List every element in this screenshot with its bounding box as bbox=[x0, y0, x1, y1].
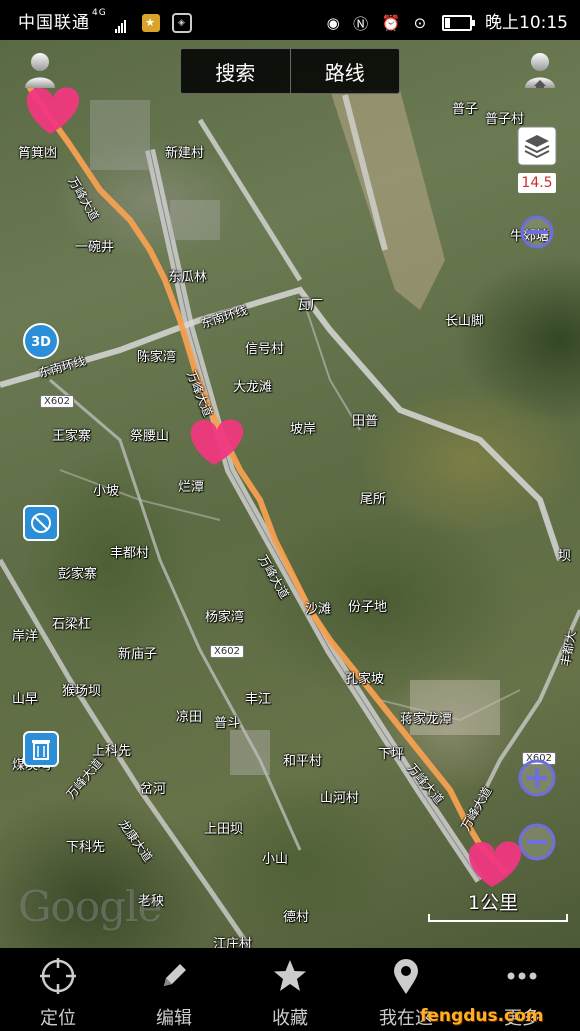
place-label: 孔家坡 bbox=[345, 672, 385, 687]
carrier-name: 中国联通 bbox=[18, 13, 90, 33]
place-label: 王家寨 bbox=[52, 429, 92, 444]
place-label: 大龙滩 bbox=[233, 380, 273, 395]
place-label: 普斗 bbox=[214, 716, 241, 731]
place-label: 岸洋 bbox=[12, 629, 39, 644]
place-label: 筲箕凼 bbox=[18, 146, 58, 161]
place-label: 烂潭 bbox=[178, 480, 205, 495]
place-label: 山早 bbox=[12, 692, 39, 707]
pencil-icon bbox=[164, 964, 186, 986]
place-label: 新建村 bbox=[165, 146, 205, 161]
alarm-icon: ⏰ bbox=[381, 14, 401, 32]
place-label: 沙滩 bbox=[305, 602, 332, 617]
place-label: 小坡 bbox=[93, 484, 120, 499]
battery-icon bbox=[441, 15, 475, 31]
trash-icon[interactable] bbox=[22, 730, 60, 768]
place-label: 岔河 bbox=[140, 782, 167, 797]
google-attribution: Google bbox=[18, 882, 162, 931]
home-user-icon[interactable] bbox=[522, 50, 558, 90]
place-label: 丰都村 bbox=[110, 546, 150, 561]
map-roads-layer bbox=[0, 85, 580, 948]
place-label: 祭腰山 bbox=[130, 429, 170, 444]
place-label: 彭家寨 bbox=[58, 567, 98, 582]
crosshair-icon bbox=[40, 958, 76, 994]
road-tag-x602: X602 bbox=[40, 395, 74, 408]
place-label: 田普 bbox=[352, 414, 379, 429]
scale-bar: 1公里 bbox=[428, 888, 568, 922]
place-label: 下坪 bbox=[378, 747, 405, 762]
place-label: 普子村 bbox=[485, 112, 525, 127]
place-label: 下科先 bbox=[66, 840, 106, 855]
search-button[interactable]: 搜索 bbox=[181, 49, 290, 93]
3d-icon[interactable]: 3D bbox=[22, 322, 60, 360]
signal-icon bbox=[115, 13, 127, 33]
tab-label: 编辑 bbox=[156, 1008, 192, 1029]
place-label: 山河村 bbox=[320, 791, 360, 806]
place-label: 江庄村 bbox=[213, 937, 253, 948]
place-label: 德村 bbox=[283, 910, 310, 925]
svg-text:3D: 3D bbox=[31, 335, 51, 350]
status-bar: 中国联通 4G ★ ◈ ◉ Ⓝ ⏰ ⊙ 晚上10:15 bbox=[0, 0, 580, 40]
place-label: 一碗井 bbox=[75, 240, 115, 255]
place-label: 信号村 bbox=[245, 342, 285, 357]
place-label: 坡岸 bbox=[290, 422, 317, 437]
place-label: 普子 bbox=[452, 102, 479, 117]
place-label: 东瓜林 bbox=[168, 270, 208, 285]
place-label: 凉田 bbox=[176, 710, 203, 725]
tab-locate[interactable]: 定位 bbox=[0, 948, 116, 1031]
place-label: 长山脚 bbox=[445, 314, 485, 329]
place-label: 上田坝 bbox=[204, 822, 244, 837]
place-label: 陈家湾 bbox=[137, 350, 177, 365]
zoom-level-badge: 14.5 bbox=[518, 173, 556, 193]
place-label: 尾所 bbox=[360, 492, 387, 507]
start-marker bbox=[26, 87, 80, 134]
compass-icon[interactable] bbox=[519, 214, 555, 250]
layers-icon[interactable] bbox=[517, 126, 557, 166]
place-label: 小山 bbox=[262, 852, 289, 867]
search-route-bar: 搜索 路线 bbox=[180, 48, 400, 94]
map-pin-icon bbox=[394, 959, 418, 994]
more-icon bbox=[507, 972, 537, 980]
nfc-icon: Ⓝ bbox=[353, 14, 369, 33]
zoom-out-icon[interactable] bbox=[517, 822, 557, 862]
place-label: 丰江 bbox=[245, 692, 272, 707]
tab-edit[interactable]: 编辑 bbox=[116, 948, 232, 1031]
clock: 晚上10:15 bbox=[485, 13, 568, 33]
place-label: 瓦厂 bbox=[297, 298, 324, 313]
app-notification-icon: ★ bbox=[141, 14, 160, 32]
tab-label: 收藏 bbox=[272, 1008, 308, 1029]
eye-icon: ◉ bbox=[326, 14, 340, 32]
road-tag-x602: X602 bbox=[210, 645, 244, 658]
location-icon: ⊙ bbox=[413, 14, 427, 32]
place-label: 和平村 bbox=[283, 754, 323, 769]
star-icon bbox=[274, 960, 306, 991]
satellite-icon[interactable] bbox=[22, 504, 60, 542]
place-label: 份子地 bbox=[348, 600, 388, 615]
place-label: 猴场坝 bbox=[62, 684, 102, 699]
map-view[interactable]: X602 X602 X602 筲箕凼 新建村 普子 普子村 牛郊塘 一碗井 东瓜… bbox=[0, 40, 580, 948]
scale-label: 1公里 bbox=[468, 892, 519, 914]
place-label: 蒋家龙潭 bbox=[400, 712, 453, 727]
place-label: 石梁杠 bbox=[52, 617, 92, 632]
place-label: 杨家湾 bbox=[205, 610, 245, 625]
network-type: 4G bbox=[92, 8, 107, 18]
tab-label: 定位 bbox=[40, 1008, 76, 1029]
user-avatar-icon[interactable] bbox=[22, 50, 58, 90]
watermark: fengdus.com bbox=[420, 1006, 544, 1026]
place-label: 坝 bbox=[558, 549, 572, 564]
place-label: 上科先 bbox=[92, 744, 132, 759]
app-notification-icon-2: ◈ bbox=[171, 13, 192, 33]
tab-favorites[interactable]: 收藏 bbox=[232, 948, 348, 1031]
place-label: 新庙子 bbox=[118, 647, 158, 662]
zoom-in-icon[interactable] bbox=[517, 758, 557, 798]
route-button[interactable]: 路线 bbox=[289, 49, 400, 93]
